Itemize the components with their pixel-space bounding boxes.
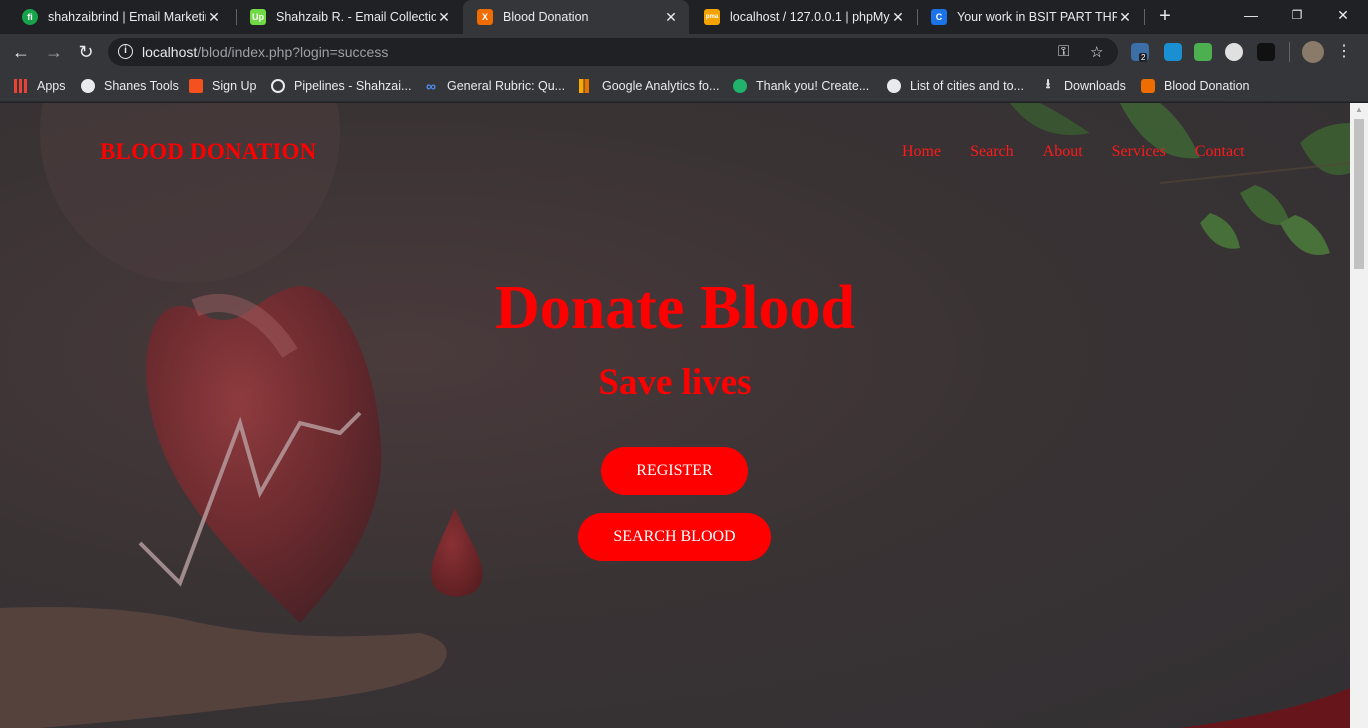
bookmark-general-rubric[interactable]: ∞ General Rubric: Qu... (424, 77, 565, 95)
extension-badge: 2 (1139, 53, 1148, 62)
leaves-decoration (1010, 103, 1350, 255)
tab-phpmyadmin[interactable]: pma localhost / 127.0.0.1 | phpMyAdmin ✕ (690, 0, 916, 34)
bookmark-shanes-tools[interactable]: Shanes Tools (81, 77, 179, 95)
back-arrow-icon[interactable]: ← (9, 40, 33, 64)
tab-title: Shahzaib R. - Email Collection, (276, 10, 436, 24)
analytics-icon (579, 79, 593, 93)
close-tab-icon[interactable]: ✕ (890, 9, 906, 26)
thankyou-icon (733, 79, 747, 93)
tab-favicon-icon: X (477, 9, 493, 25)
tab-email-marketing[interactable]: fi shahzaibrind | Email Marketing ✕ (8, 0, 232, 34)
bookmark-sign-up[interactable]: Sign Up (189, 77, 256, 95)
register-button[interactable]: REGISTER (601, 447, 748, 495)
address-bar[interactable]: i localhost/blod/index.php?login=success… (108, 38, 1118, 66)
globe-icon (887, 79, 901, 93)
bookmark-blood-donation[interactable]: Blood Donation (1141, 77, 1249, 95)
url-host: localhost (142, 44, 198, 60)
site-info-icon[interactable]: i (118, 44, 133, 59)
extension-icon[interactable]: 2 (1131, 43, 1149, 62)
restore-icon[interactable]: ❐ (1274, 0, 1320, 30)
download-icon: ⭳ (1045, 76, 1051, 91)
xampp-icon (1141, 79, 1155, 93)
bookmark-label: Pipelines - Shahzai... (294, 79, 412, 93)
apps-grid-icon (14, 79, 28, 93)
extension-icon[interactable] (1225, 43, 1243, 61)
nav-search[interactable]: Search (970, 143, 1014, 161)
bookmark-label: Thank you! Create... (756, 79, 870, 93)
hand-shape (0, 607, 447, 728)
tab-classroom[interactable]: C Your work in BSIT PART THREE ✕ (917, 0, 1143, 34)
page-scrollbar[interactable]: ▲ (1350, 103, 1368, 728)
bookmark-star-icon[interactable]: ☆ (1090, 43, 1103, 61)
toolbar-divider (1289, 42, 1290, 62)
pipelines-icon (271, 79, 285, 93)
key-icon[interactable]: ⚿ (1058, 43, 1069, 60)
blood-drop-shape (431, 508, 483, 597)
close-tab-icon[interactable]: ✕ (436, 9, 452, 26)
url-path: /blod/index.php?login=success (197, 44, 389, 60)
menu-kebab-icon[interactable]: ⋮ (1332, 40, 1356, 64)
close-tab-icon[interactable]: ✕ (1117, 9, 1133, 26)
signup-icon (189, 79, 203, 93)
bookmark-label: Apps (37, 79, 66, 93)
tab-favicon-icon: Up (250, 9, 266, 25)
bookmark-label: Google Analytics fo... (602, 79, 720, 93)
extension-icon[interactable] (1164, 43, 1182, 61)
close-tab-icon[interactable]: ✕ (206, 9, 222, 26)
bookmark-label: General Rubric: Qu... (447, 79, 566, 93)
url-text: localhost/blod/index.php?login=success (142, 44, 388, 60)
bookmark-label: Sign Up (212, 79, 257, 93)
tab-title: shahzaibrind | Email Marketing (48, 10, 206, 24)
browser-toolbar: ← → ↻ i localhost/blod/index.php?login=s… (0, 34, 1368, 70)
extension-icon[interactable] (1257, 43, 1275, 61)
site-logo[interactable]: BLOOD DONATION (100, 139, 316, 165)
hero-title: Donate Blood (495, 274, 855, 342)
bookmark-label: Blood Donation (1164, 79, 1250, 93)
tab-favicon-icon: C (931, 9, 947, 25)
bookmark-apps[interactable]: Apps (14, 77, 66, 95)
bookmark-label: List of cities and to... (910, 79, 1024, 93)
extension-icon[interactable] (1194, 43, 1212, 61)
tab-title: localhost / 127.0.0.1 | phpMyAdmin (730, 10, 890, 24)
bookmark-pipelines[interactable]: Pipelines - Shahzai... (271, 77, 411, 95)
profile-avatar[interactable] (1302, 41, 1324, 63)
tab-title: Blood Donation (503, 10, 589, 24)
tab-email-collection[interactable]: Up Shahzaib R. - Email Collection, ✕ (236, 0, 462, 34)
bookmarks-bar: Apps Shanes Tools Sign Up Pipelines - Sh… (0, 70, 1368, 102)
tab-favicon-icon: fi (22, 9, 38, 25)
close-tab-icon[interactable]: ✕ (663, 9, 679, 26)
tab-title: Your work in BSIT PART THREE (957, 10, 1117, 24)
bookmark-list-of-cities[interactable]: List of cities and to... (887, 77, 1024, 95)
bookmark-label: Shanes Tools (104, 79, 179, 93)
nav-contact[interactable]: Contact (1195, 143, 1245, 161)
bookmark-downloads[interactable]: ⭳ Downloads (1041, 76, 1126, 95)
close-window-icon[interactable]: ✕ (1320, 0, 1366, 30)
infinity-icon: ∞ (426, 78, 436, 94)
tab-divider (1144, 9, 1145, 25)
nav-services[interactable]: Services (1112, 143, 1166, 161)
bookmark-google-analytics[interactable]: Google Analytics fo... (579, 77, 719, 95)
bookmark-thank-you[interactable]: Thank you! Create... (733, 77, 869, 95)
page-viewport: BLOOD DONATION Home Search About Service… (0, 103, 1350, 728)
search-blood-button[interactable]: SEARCH BLOOD (578, 513, 771, 561)
scroll-up-arrow-icon[interactable]: ▲ (1350, 105, 1368, 119)
forward-arrow-icon[interactable]: → (42, 40, 66, 64)
nav-about[interactable]: About (1043, 143, 1083, 161)
globe-icon (81, 79, 95, 93)
scrollbar-thumb[interactable] (1354, 119, 1364, 269)
minimize-icon[interactable]: — (1228, 0, 1274, 30)
hero-subtitle: Save lives (598, 362, 752, 403)
reload-icon[interactable]: ↻ (74, 40, 98, 64)
tab-strip: fi shahzaibrind | Email Marketing ✕ Up S… (0, 0, 1368, 34)
tab-blood-donation[interactable]: X Blood Donation ✕ (463, 0, 689, 34)
hero-background-image (0, 103, 1350, 728)
tab-favicon-icon: pma (704, 9, 720, 25)
new-tab-plus-icon[interactable]: + (1154, 5, 1176, 27)
site-nav: Home Search About Services Contact (902, 143, 1274, 161)
bookmark-label: Downloads (1064, 79, 1126, 93)
nav-home[interactable]: Home (902, 143, 941, 161)
